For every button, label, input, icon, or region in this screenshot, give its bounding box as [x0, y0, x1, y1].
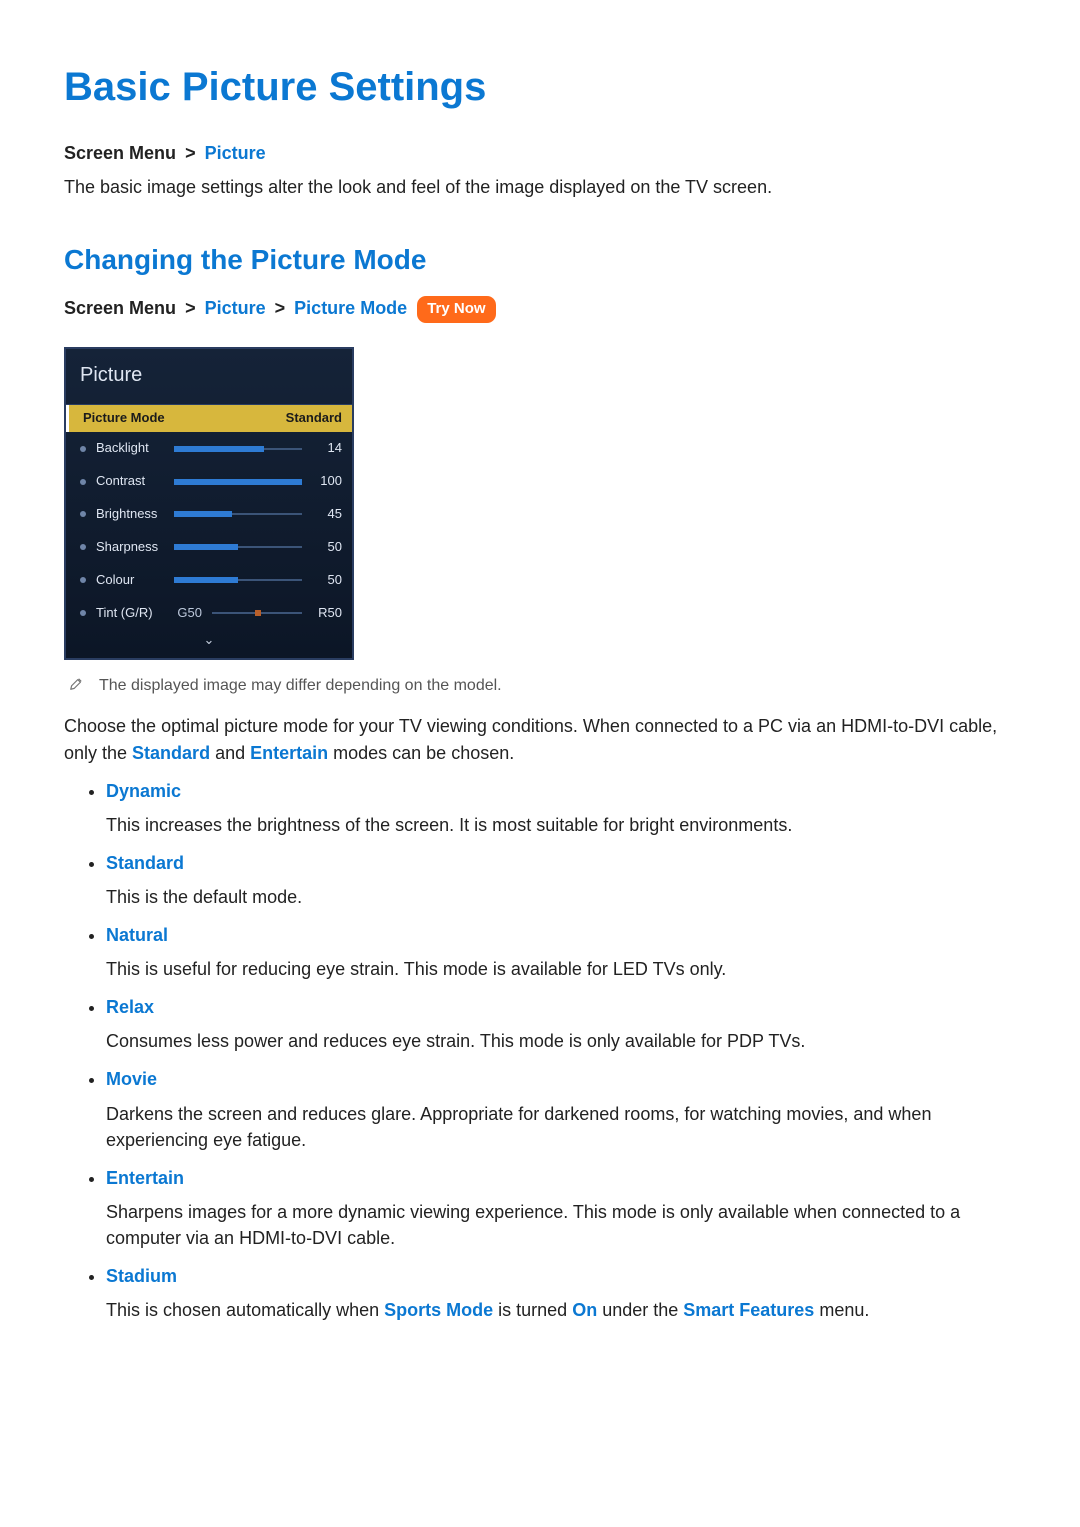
- osd-slider[interactable]: [174, 445, 302, 453]
- osd-label: Contrast: [96, 472, 164, 491]
- bullet-icon: [80, 511, 86, 517]
- mode-description: This is chosen automatically when Sports…: [106, 1297, 1016, 1323]
- modes-list: Dynamic This increases the brightness of …: [64, 778, 1016, 1324]
- mode-name: Dynamic: [106, 781, 181, 801]
- list-item: Movie Darkens the screen and reduces glar…: [106, 1066, 1016, 1152]
- osd-slider[interactable]: [174, 478, 302, 486]
- highlight-sports-mode: Sports Mode: [384, 1300, 493, 1320]
- bullet-icon: [80, 544, 86, 550]
- try-now-badge[interactable]: Try Now: [417, 296, 495, 323]
- osd-row[interactable]: Colour 50: [66, 564, 352, 597]
- osd-slider[interactable]: [174, 543, 302, 551]
- breadcrumb: Screen Menu > Picture > Picture Mode Try…: [64, 295, 1016, 323]
- highlight-on: On: [572, 1300, 597, 1320]
- list-item: Standard This is the default mode.: [106, 850, 1016, 910]
- note-text: The displayed image may differ depending…: [99, 674, 502, 697]
- bullet-icon: [80, 577, 86, 583]
- text: modes can be chosen.: [328, 743, 514, 763]
- mode-description: This is useful for reducing eye strain. …: [106, 956, 1016, 982]
- mode-name: Relax: [106, 997, 154, 1017]
- text: is turned: [493, 1300, 572, 1320]
- section-title: Changing the Picture Mode: [64, 240, 1016, 281]
- osd-value: 100: [312, 472, 342, 491]
- breadcrumb-sep: >: [181, 143, 200, 163]
- highlight-smart-features: Smart Features: [683, 1300, 814, 1320]
- osd-row-tint[interactable]: Tint (G/R) G50 R50: [66, 597, 352, 630]
- breadcrumb-root: Screen Menu: [64, 298, 176, 318]
- osd-title: Picture: [66, 349, 352, 405]
- osd-rows: Backlight 14 Contrast 100 Brightness 45 Sharpn…: [66, 432, 352, 596]
- osd-tint-right: R50: [312, 604, 342, 623]
- highlight-standard: Standard: [132, 743, 210, 763]
- osd-label: Backlight: [96, 439, 164, 458]
- osd-selected-row[interactable]: Picture Mode Standard: [66, 405, 352, 433]
- osd-tint-left: G50: [174, 604, 202, 623]
- mode-description: Darkens the screen and reduces glare. Ap…: [106, 1101, 1016, 1153]
- list-item: Relax Consumes less power and reduces eye…: [106, 994, 1016, 1054]
- osd-slider[interactable]: [174, 576, 302, 584]
- pencil-icon: [69, 677, 83, 691]
- bullet-icon: [80, 446, 86, 452]
- osd-selected-value: Standard: [286, 409, 342, 428]
- bullet-icon: [80, 479, 86, 485]
- osd-value: 45: [312, 505, 342, 524]
- osd-label: Brightness: [96, 505, 164, 524]
- breadcrumb-sep: >: [271, 298, 290, 318]
- description-paragraph: Choose the optimal picture mode for your…: [64, 713, 1016, 765]
- mode-description: Consumes less power and reduces eye stra…: [106, 1028, 1016, 1054]
- mode-name: Movie: [106, 1069, 157, 1089]
- breadcrumb-link-picture[interactable]: Picture: [205, 143, 266, 163]
- breadcrumb: Screen Menu > Picture: [64, 140, 1016, 166]
- mode-description: Sharpens images for a more dynamic viewi…: [106, 1199, 1016, 1251]
- chevron-down-icon[interactable]: ⌄: [66, 629, 352, 658]
- osd-slider[interactable]: [174, 510, 302, 518]
- mode-name: Stadium: [106, 1266, 177, 1286]
- mode-name: Entertain: [106, 1168, 184, 1188]
- osd-label: Colour: [96, 571, 164, 590]
- osd-panel: Picture Picture Mode Standard Backlight 1…: [64, 347, 354, 661]
- osd-label: Tint (G/R): [96, 604, 164, 623]
- list-item: Entertain Sharpens images for a more dyna…: [106, 1165, 1016, 1251]
- text: This is chosen automatically when: [106, 1300, 384, 1320]
- mode-description: This is the default mode.: [106, 884, 1016, 910]
- osd-row[interactable]: Contrast 100: [66, 465, 352, 498]
- list-item: Stadium This is chosen automatically when…: [106, 1263, 1016, 1323]
- osd-value: 14: [312, 439, 342, 458]
- bullet-icon: [80, 610, 86, 616]
- breadcrumb-sep: >: [181, 298, 200, 318]
- osd-row[interactable]: Sharpness 50: [66, 531, 352, 564]
- mode-name: Standard: [106, 853, 184, 873]
- breadcrumb-link-picture-mode[interactable]: Picture Mode: [294, 298, 407, 318]
- page-title: Basic Picture Settings: [64, 58, 1016, 116]
- osd-value: 50: [312, 571, 342, 590]
- osd-slider[interactable]: [212, 609, 302, 617]
- intro-text: The basic image settings alter the look …: [64, 174, 1016, 200]
- osd-selected-label: Picture Mode: [83, 409, 165, 428]
- osd-label: Sharpness: [96, 538, 164, 557]
- osd-value: 50: [312, 538, 342, 557]
- mode-name: Natural: [106, 925, 168, 945]
- list-item: Natural This is useful for reducing eye s…: [106, 922, 1016, 982]
- note: The displayed image may differ depending…: [64, 674, 1016, 697]
- text: under the: [597, 1300, 683, 1320]
- breadcrumb-root: Screen Menu: [64, 143, 176, 163]
- text: and: [210, 743, 250, 763]
- mode-description: This increases the brightness of the scr…: [106, 812, 1016, 838]
- list-item: Dynamic This increases the brightness of …: [106, 778, 1016, 838]
- text: menu.: [814, 1300, 869, 1320]
- osd-row[interactable]: Backlight 14: [66, 432, 352, 465]
- highlight-entertain: Entertain: [250, 743, 328, 763]
- document-page: Basic Picture Settings Screen Menu > Pic…: [0, 0, 1080, 1527]
- osd-row[interactable]: Brightness 45: [66, 498, 352, 531]
- breadcrumb-link-picture[interactable]: Picture: [205, 298, 266, 318]
